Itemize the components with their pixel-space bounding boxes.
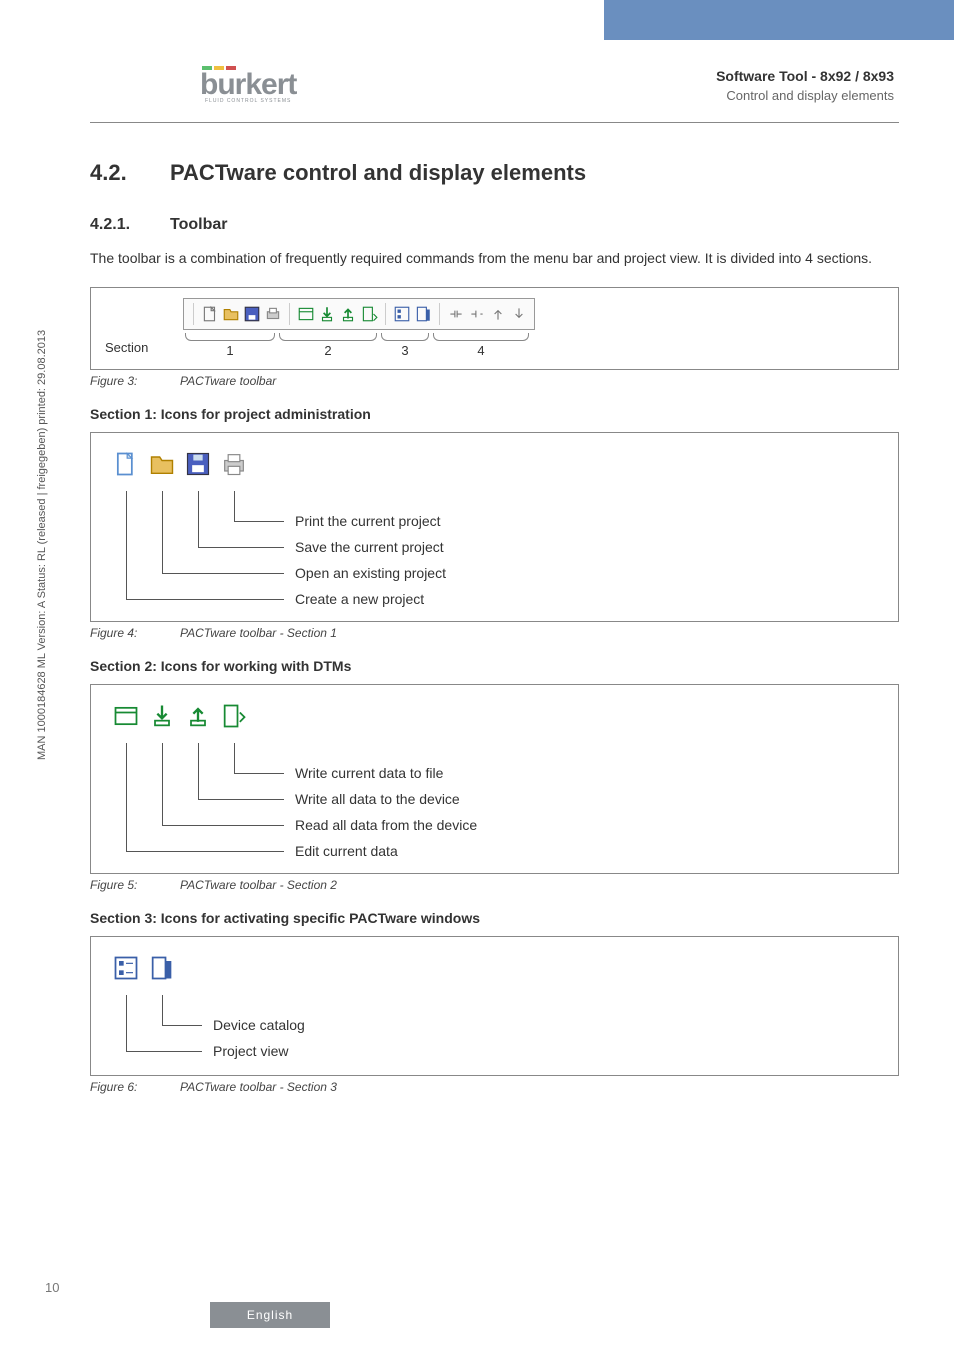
page-number: 10 bbox=[45, 1280, 59, 1295]
figure-4: Print the current project Save the curre… bbox=[90, 432, 899, 622]
open-project-icon bbox=[147, 449, 177, 479]
figure-3: Section bbox=[90, 287, 899, 370]
callout-text: Write all data to the device bbox=[295, 791, 460, 807]
toolbar-section-3 bbox=[393, 305, 432, 323]
device-catalog-icon bbox=[147, 953, 177, 983]
heading-3: 4.2.1. Toolbar bbox=[90, 216, 899, 234]
save-project-icon bbox=[183, 449, 213, 479]
callout-text: Read all data from the device bbox=[295, 817, 477, 833]
doc-title: Software Tool - 8x92 / 8x93 bbox=[716, 68, 894, 84]
write-file-icon bbox=[360, 305, 378, 323]
header-text: Software Tool - 8x92 / 8x93 Control and … bbox=[716, 68, 894, 103]
brace-2 bbox=[279, 333, 377, 341]
toolbar-stack bbox=[183, 298, 535, 359]
read-device-icon bbox=[318, 305, 336, 323]
content: 4.2. PACTware control and display elemen… bbox=[90, 160, 899, 1094]
brace-3 bbox=[381, 333, 429, 341]
intro-paragraph: The toolbar is a combination of frequent… bbox=[90, 248, 899, 269]
side-metadata: MAN 1000184628 ML Version: A Status: RL … bbox=[36, 330, 48, 760]
figure-3-caption: Figure 3: PACTware toolbar bbox=[90, 374, 899, 388]
edit-data-icon bbox=[297, 305, 315, 323]
section-label: Section bbox=[105, 298, 183, 355]
toolbar-image bbox=[183, 298, 535, 330]
connect-icon bbox=[447, 305, 465, 323]
section-3-callouts: Device catalog Project view bbox=[105, 995, 884, 1065]
project-view-icon bbox=[393, 305, 411, 323]
callout-text: Write current data to file bbox=[295, 765, 443, 781]
header-rule bbox=[90, 122, 899, 123]
write-device-icon bbox=[183, 701, 213, 731]
brace-4 bbox=[433, 333, 529, 341]
callout-text: Edit current data bbox=[295, 843, 398, 859]
device-catalog-icon bbox=[414, 305, 432, 323]
section-2-icons bbox=[105, 695, 884, 737]
page-header: burkert FLUID CONTROL SYSTEMS Software T… bbox=[0, 50, 954, 120]
top-bar-left bbox=[0, 0, 604, 40]
top-bar bbox=[0, 0, 954, 40]
disconnect-icon bbox=[468, 305, 486, 323]
callout-text: Create a new project bbox=[295, 591, 424, 607]
print-project-icon bbox=[264, 305, 282, 323]
project-view-icon bbox=[111, 953, 141, 983]
callout-text: Open an existing project bbox=[295, 565, 446, 581]
logo-word: burkert bbox=[200, 71, 296, 98]
figure-6: Device catalog Project view bbox=[90, 936, 899, 1076]
toolbar-section-4 bbox=[447, 305, 528, 323]
toolbar-section-2 bbox=[297, 305, 378, 323]
print-project-icon bbox=[219, 449, 249, 479]
doc-subtitle: Control and display elements bbox=[716, 88, 894, 103]
brace-row bbox=[183, 333, 535, 341]
logo-subtext: FLUID CONTROL SYSTEMS bbox=[200, 98, 296, 104]
section-2-title: Section 2: Icons for working with DTMs bbox=[90, 658, 899, 674]
toolbar-section-1 bbox=[201, 305, 282, 323]
logo: burkert FLUID CONTROL SYSTEMS bbox=[200, 66, 296, 104]
heading-2: 4.2. PACTware control and display elemen… bbox=[90, 160, 899, 186]
h2-text: PACTware control and display elements bbox=[170, 160, 586, 186]
write-device-icon bbox=[339, 305, 357, 323]
section-2-callouts: Write current data to file Write all dat… bbox=[105, 743, 884, 863]
upload-icon bbox=[489, 305, 507, 323]
new-project-icon bbox=[111, 449, 141, 479]
download-icon bbox=[510, 305, 528, 323]
section-3-icons bbox=[105, 947, 884, 989]
figure-4-caption: Figure 4: PACTware toolbar - Section 1 bbox=[90, 626, 899, 640]
figure-5: Write current data to file Write all dat… bbox=[90, 684, 899, 874]
h2-number: 4.2. bbox=[90, 160, 170, 186]
write-file-icon bbox=[219, 701, 249, 731]
callout-text: Device catalog bbox=[213, 1017, 305, 1033]
section-3-title: Section 3: Icons for activating specific… bbox=[90, 910, 899, 926]
open-project-icon bbox=[222, 305, 240, 323]
brace-1 bbox=[185, 333, 275, 341]
section-1-icons bbox=[105, 443, 884, 485]
callout-text: Save the current project bbox=[295, 539, 444, 555]
save-project-icon bbox=[243, 305, 261, 323]
h3-number: 4.2.1. bbox=[90, 216, 170, 234]
edit-data-icon bbox=[111, 701, 141, 731]
new-project-icon bbox=[201, 305, 219, 323]
figure-6-caption: Figure 6: PACTware toolbar - Section 3 bbox=[90, 1080, 899, 1094]
top-bar-right bbox=[604, 0, 954, 40]
language-badge: English bbox=[210, 1302, 330, 1328]
read-device-icon bbox=[147, 701, 177, 731]
h3-text: Toolbar bbox=[170, 216, 227, 234]
callout-text: Project view bbox=[213, 1043, 288, 1059]
figure-5-caption: Figure 5: PACTware toolbar - Section 2 bbox=[90, 878, 899, 892]
section-1-callouts: Print the current project Save the curre… bbox=[105, 491, 884, 611]
callout-text: Print the current project bbox=[295, 513, 441, 529]
section-1-title: Section 1: Icons for project administrat… bbox=[90, 406, 899, 422]
